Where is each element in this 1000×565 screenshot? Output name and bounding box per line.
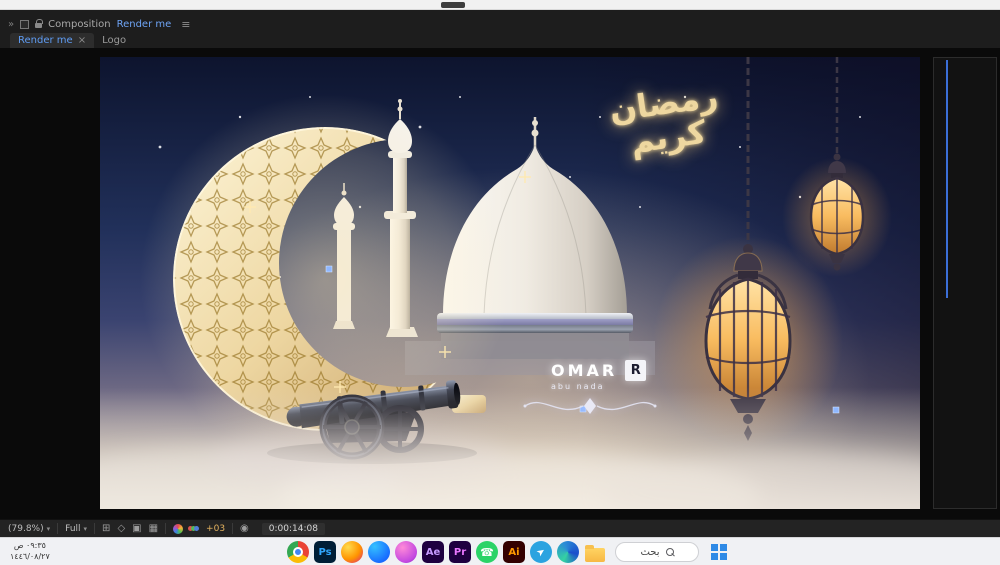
- taskbar-app-photoshop[interactable]: Ps: [314, 541, 336, 563]
- zoom-value: (79.8%): [8, 523, 44, 534]
- taskbar-app-firefox[interactable]: [341, 541, 363, 563]
- divider: [57, 523, 59, 534]
- taskbar-clock[interactable]: ٠٩:٣٥ ص ١٤٤٦/٠٨/٢٧: [10, 541, 50, 563]
- taskbar-app-whatsapp[interactable]: ☎: [476, 541, 498, 563]
- lock-icon[interactable]: [35, 19, 44, 28]
- collapsed-window-tab: [441, 2, 465, 8]
- panel-divider-highlight[interactable]: [946, 60, 948, 298]
- panel-title: Composition: [48, 18, 111, 30]
- brand-name: OMAR: [551, 361, 618, 380]
- taskbar-app-edge[interactable]: [557, 541, 579, 563]
- composition-panel-header: » Composition Render me ≡: [0, 16, 1000, 32]
- divider: [165, 523, 167, 534]
- taskbar-app-illustrator[interactable]: Ai: [503, 541, 525, 563]
- composition-canvas[interactable]: رمضان كريم OMAR R abu nada: [100, 57, 920, 509]
- taskbar-start-button[interactable]: [711, 544, 727, 560]
- clock-date: ١٤٤٦/٠٨/٢٧: [10, 551, 50, 561]
- crescent-moon: [173, 127, 477, 431]
- safe-guides-icon[interactable]: ⊞: [102, 523, 110, 534]
- ornament-divider: [523, 398, 657, 414]
- exposure-value[interactable]: +03: [206, 524, 225, 534]
- taskbar-app-messenger[interactable]: [368, 541, 390, 563]
- timecode[interactable]: 0:00:14:08: [261, 522, 325, 535]
- fog: [100, 387, 920, 509]
- chevron-down-icon: ▾: [46, 524, 51, 533]
- transparency-grid-icon[interactable]: ▦: [149, 523, 158, 534]
- tab-logo[interactable]: Logo: [94, 33, 134, 48]
- tab-render-me-label: Render me: [18, 35, 73, 46]
- folder-icon: [585, 544, 605, 562]
- resolution-select[interactable]: Full ▾: [65, 524, 87, 534]
- paper-plane-icon: ➤: [534, 545, 548, 559]
- search-label: بحث: [640, 546, 660, 558]
- tab-close-icon[interactable]: ×: [78, 35, 86, 46]
- viewer-status-bar: (79.8%) ▾ Full ▾ ⊞ ◇ ▣ ▦ +03 ◉ 0:00:14:0…: [0, 519, 1000, 537]
- panel-menu-icon[interactable]: ≡: [181, 18, 190, 31]
- taskbar-app-after-effects[interactable]: Ae: [422, 541, 444, 563]
- snapshot-camera-icon[interactable]: ◉: [240, 523, 249, 534]
- brand-logo: R: [625, 360, 647, 381]
- brand-subname: abu nada: [551, 382, 605, 391]
- tab-render-me[interactable]: Render me ×: [10, 33, 95, 48]
- tab-logo-label: Logo: [102, 35, 127, 46]
- color-wheel-icon[interactable]: [173, 523, 184, 534]
- divider: [94, 523, 96, 534]
- zoom-select[interactable]: (79.8%) ▾: [8, 524, 50, 534]
- taskbar-app-chrome[interactable]: [287, 541, 309, 563]
- empty-panel-frame: [933, 57, 997, 509]
- brand-block: OMAR R abu nada: [551, 360, 647, 391]
- panel-collapse-chevrons-icon[interactable]: »: [8, 19, 14, 30]
- taskbar-app-premiere[interactable]: Pr: [449, 541, 471, 563]
- composition-tab-row: Render me × Logo: [0, 32, 1000, 48]
- after-effects-window: » Composition Render me ≡ Render me × Lo…: [0, 10, 1000, 537]
- divider: [232, 523, 234, 534]
- top-strip: [0, 0, 1000, 10]
- composition-scene: [100, 57, 920, 509]
- screen: » Composition Render me ≡ Render me × Lo…: [0, 0, 1000, 565]
- taskbar-app-telegram[interactable]: ➤: [530, 541, 552, 563]
- mask-visibility-icon[interactable]: ◇: [117, 523, 125, 534]
- taskbar-app-explorer[interactable]: [584, 541, 606, 563]
- composition-viewport: رمضان كريم OMAR R abu nada: [0, 48, 1000, 519]
- taskbar: ٠٩:٣٥ ص ١٤٤٦/٠٨/٢٧ Ps Ae Pr ☎ Ai ➤ بحث: [0, 537, 1000, 565]
- panel-comp-name: Render me: [116, 18, 172, 30]
- composition-panel-icon: [20, 19, 30, 29]
- resolution-value: Full: [65, 523, 81, 534]
- search-icon: [665, 548, 674, 556]
- taskbar-center: Ps Ae Pr ☎ Ai ➤ بحث: [287, 541, 727, 563]
- channels-icon[interactable]: [188, 526, 200, 531]
- clock-time: ٠٩:٣٥ ص: [13, 541, 46, 550]
- chevron-down-icon: ▾: [83, 524, 88, 533]
- taskbar-app-capcut[interactable]: [395, 541, 417, 563]
- taskbar-search[interactable]: بحث: [615, 542, 699, 562]
- region-of-interest-icon[interactable]: ▣: [132, 523, 141, 534]
